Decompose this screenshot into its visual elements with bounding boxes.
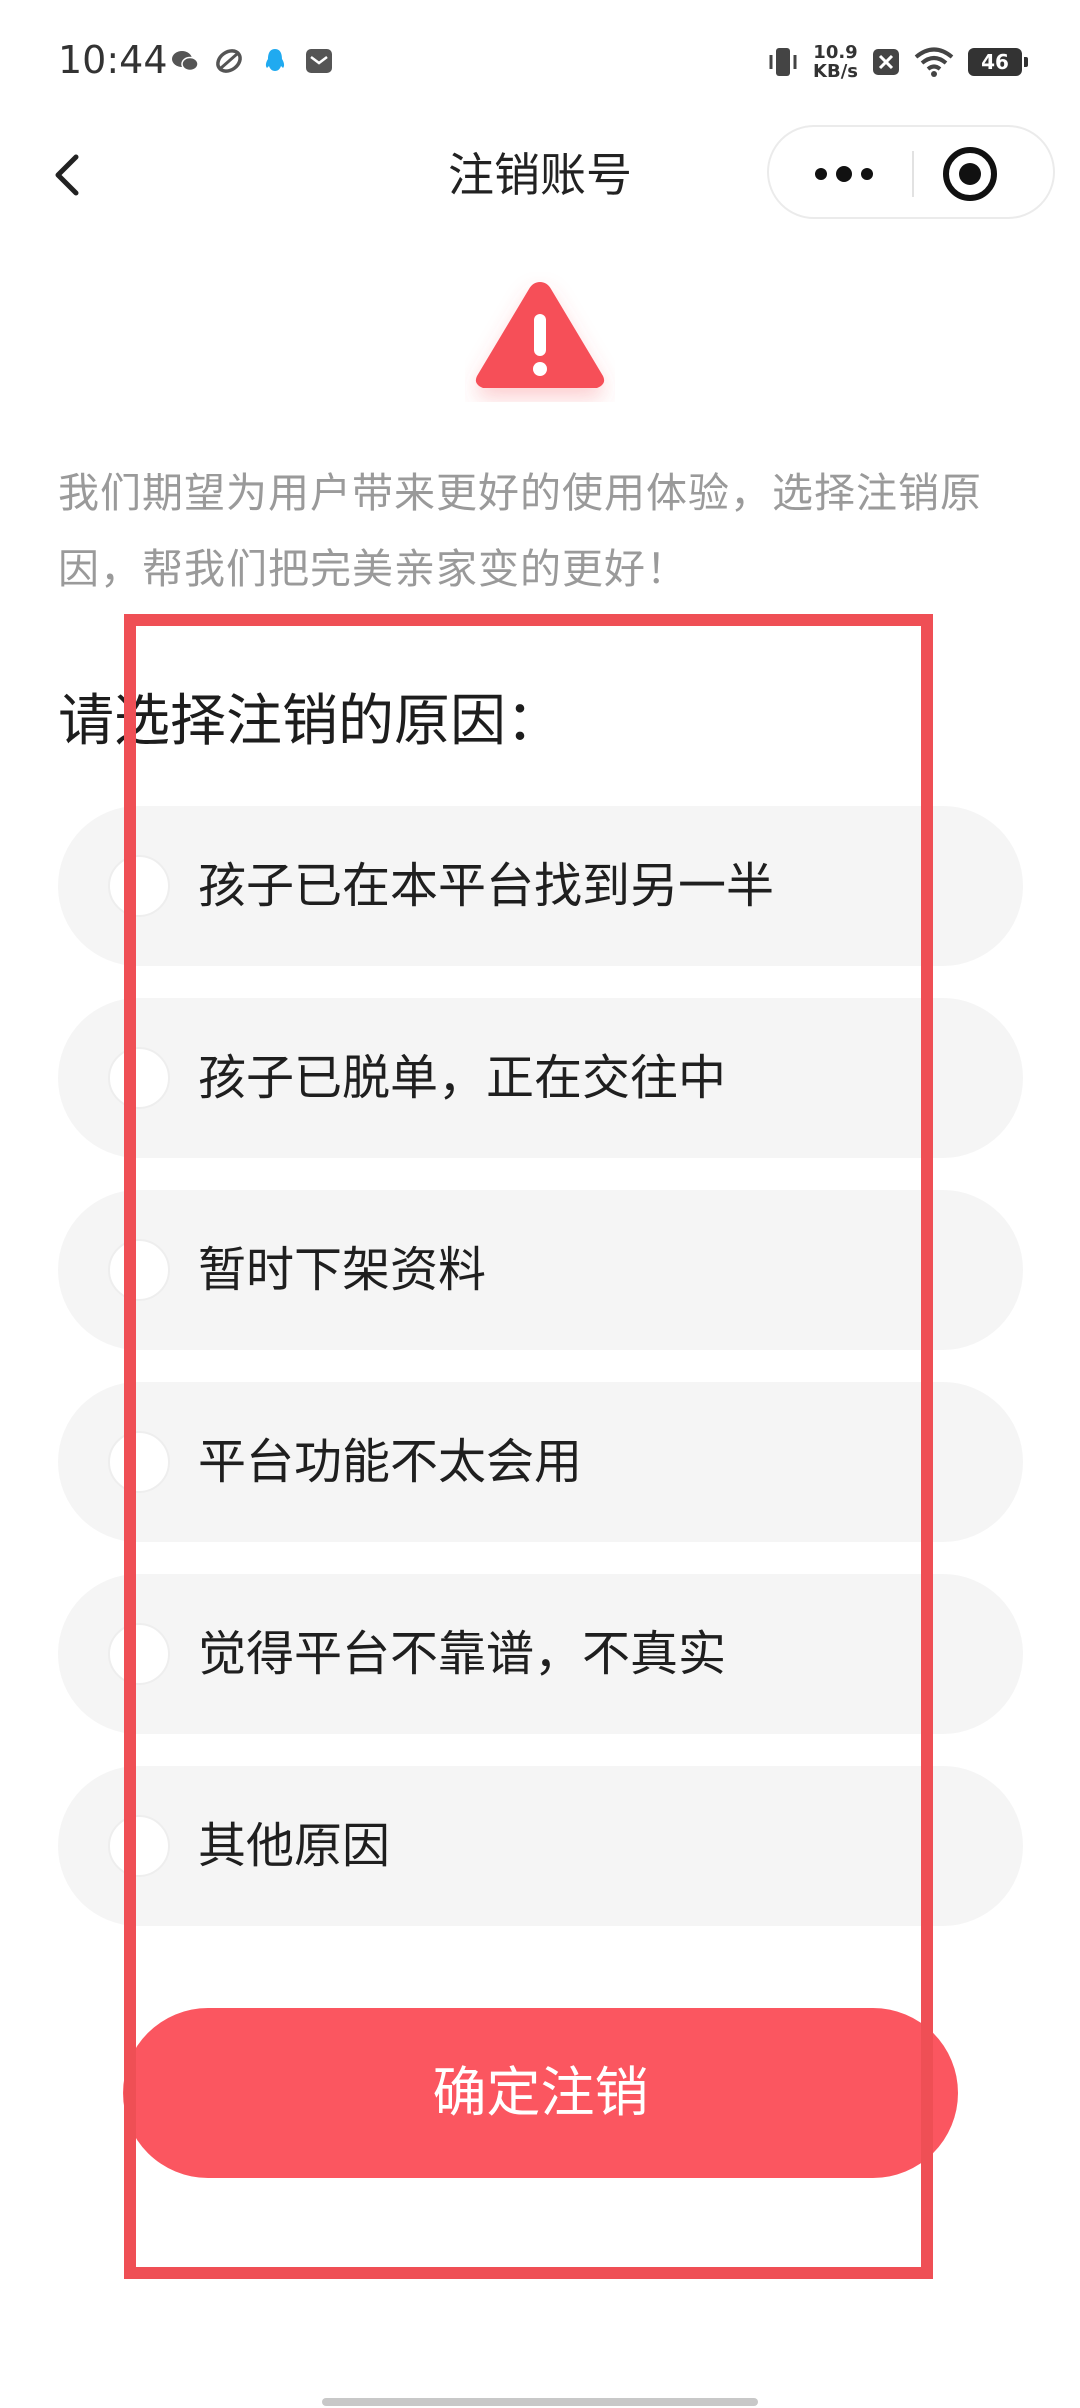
status-bar: 10:44 10.9 KB/s 46	[0, 0, 1080, 125]
mini-program-capsule	[767, 125, 1055, 219]
capsule-divider	[912, 151, 914, 197]
qq-icon	[265, 49, 285, 71]
nav-bar: 注销账号	[0, 125, 1080, 225]
reason-option[interactable]: 平台功能不太会用	[58, 1382, 1023, 1542]
mail-icon	[306, 49, 332, 73]
radio-button[interactable]	[108, 1047, 170, 1109]
intro-text: 我们期望为用户带来更好的使用体验，选择注销原因，帮我们把完美亲家变的更好！	[58, 469, 982, 593]
reason-option-label: 暂时下架资料	[198, 1242, 487, 1298]
network-speed-value: 10.9	[813, 42, 858, 63]
more-dots-icon[interactable]	[799, 149, 889, 199]
section-title: 请选择注销的原因：	[58, 689, 562, 754]
target-close-icon[interactable]	[939, 143, 1001, 205]
wifi-icon	[914, 47, 954, 77]
reason-option-label: 平台功能不太会用	[198, 1434, 583, 1490]
account-cancel-page: 10:44 10.9 KB/s 46 注销账号 我们期望为用户带来更好的使用体验…	[0, 0, 1080, 2408]
status-right-group: 10.9 KB/s 46	[767, 40, 1028, 84]
radio-button[interactable]	[108, 855, 170, 917]
reason-option-label: 其他原因	[198, 1818, 391, 1874]
confirm-cancel-button[interactable]: 确定注销	[123, 2008, 958, 2178]
radio-button[interactable]	[108, 1431, 170, 1493]
warning-icon	[475, 282, 605, 388]
vibrate-icon	[769, 48, 797, 76]
x-badge-icon	[873, 49, 899, 75]
reason-option[interactable]: 孩子已脱单，正在交往中	[58, 998, 1023, 1158]
wechat-icon	[172, 51, 199, 72]
radio-button[interactable]	[108, 1239, 170, 1301]
reason-option[interactable]: 觉得平台不靠谱，不真实	[58, 1574, 1023, 1734]
reason-option-label: 觉得平台不靠谱，不真实	[198, 1626, 727, 1682]
network-speed-unit: KB/s	[813, 61, 858, 82]
reason-option[interactable]: 暂时下架资料	[58, 1190, 1023, 1350]
reason-option[interactable]: 孩子已在本平台找到另一半	[58, 806, 1023, 966]
network-speed: 10.9 KB/s	[813, 43, 858, 81]
battery-icon: 46	[968, 48, 1028, 76]
reason-option[interactable]: 其他原因	[58, 1766, 1023, 1926]
reason-option-label: 孩子已在本平台找到另一半	[198, 858, 775, 914]
status-time: 10:44	[58, 38, 168, 82]
link-icon	[216, 49, 242, 73]
radio-button[interactable]	[108, 1623, 170, 1685]
home-indicator[interactable]	[322, 2398, 758, 2406]
reason-option-label: 孩子已脱单，正在交往中	[198, 1050, 727, 1106]
radio-button[interactable]	[108, 1815, 170, 1877]
